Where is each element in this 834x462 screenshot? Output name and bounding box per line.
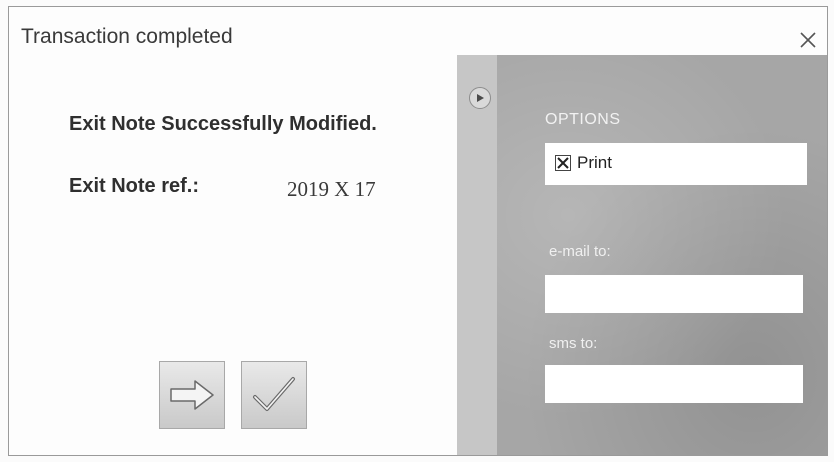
options-panel: OPTIONS Print e-mail to: sms to: bbox=[457, 55, 827, 455]
transaction-dialog: Transaction completed Exit Note Successf… bbox=[8, 6, 828, 456]
email-label: e-mail to: bbox=[549, 243, 611, 260]
arrow-right-icon bbox=[170, 380, 214, 410]
sms-label: sms to: bbox=[549, 335, 598, 352]
title-bar: Transaction completed bbox=[9, 7, 827, 61]
close-icon bbox=[800, 32, 816, 48]
email-field[interactable] bbox=[545, 275, 803, 313]
expand-options-button[interactable] bbox=[469, 87, 491, 109]
expand-arrow-icon bbox=[477, 94, 484, 102]
ref-label: Exit Note ref.: bbox=[69, 175, 200, 197]
dialog-title: Transaction completed bbox=[21, 25, 233, 48]
checkbox-x-icon bbox=[557, 157, 569, 169]
close-button[interactable] bbox=[797, 29, 819, 51]
confirm-button[interactable] bbox=[241, 361, 307, 429]
ref-value: 2019 X 17 bbox=[287, 177, 376, 201]
options-heading: OPTIONS bbox=[545, 111, 621, 128]
next-button[interactable] bbox=[159, 361, 225, 429]
print-label: Print bbox=[577, 153, 612, 172]
success-message: Exit Note Successfully Modified. bbox=[69, 113, 377, 135]
message-pane: Exit Note Successfully Modified. Exit No… bbox=[9, 61, 457, 455]
options-panel-handle bbox=[457, 55, 497, 455]
checkmark-icon bbox=[253, 377, 295, 411]
print-checkbox[interactable] bbox=[555, 155, 571, 171]
print-option[interactable]: Print bbox=[545, 143, 807, 185]
sms-field[interactable] bbox=[545, 365, 803, 403]
